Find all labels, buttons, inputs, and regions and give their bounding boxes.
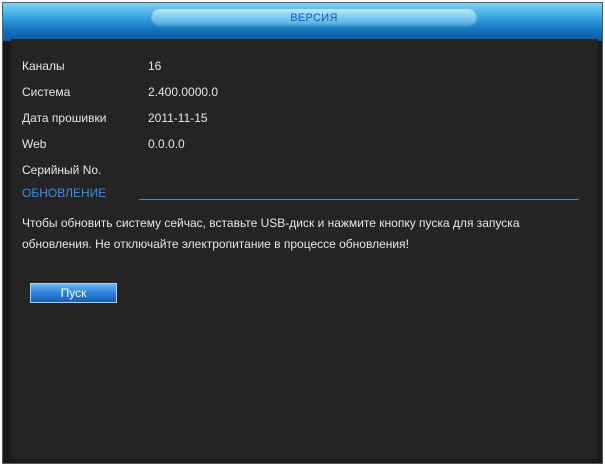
version-window: ВЕРСИЯ Каналы 16 Система 2.400.0000.0 Да… bbox=[2, 2, 603, 464]
update-section-title: ОБНОВЛЕНИЕ bbox=[22, 186, 107, 200]
serial-label: Серийный No. bbox=[22, 163, 102, 177]
section-divider bbox=[139, 199, 579, 200]
title-tab: ВЕРСИЯ bbox=[151, 9, 477, 27]
channels-value: 16 bbox=[148, 59, 162, 73]
web-value: 0.0.0.0 bbox=[148, 137, 185, 151]
title-bar: ВЕРСИЯ bbox=[3, 3, 602, 41]
window-title: ВЕРСИЯ bbox=[290, 12, 338, 24]
firmware-date-value: 2011-11-15 bbox=[148, 111, 208, 125]
web-label: Web bbox=[22, 137, 47, 151]
channels-label: Каналы bbox=[22, 59, 65, 73]
firmware-date-label: Дата прошивки bbox=[22, 111, 107, 125]
system-value: 2.400.0000.0 bbox=[148, 85, 219, 99]
content-panel: Каналы 16 Система 2.400.0000.0 Дата прош… bbox=[11, 39, 598, 459]
system-label: Система bbox=[22, 85, 71, 99]
update-instructions: Чтобы обновить систему сейчас, вставьте … bbox=[22, 216, 520, 251]
start-button[interactable]: Пуск bbox=[30, 283, 117, 303]
